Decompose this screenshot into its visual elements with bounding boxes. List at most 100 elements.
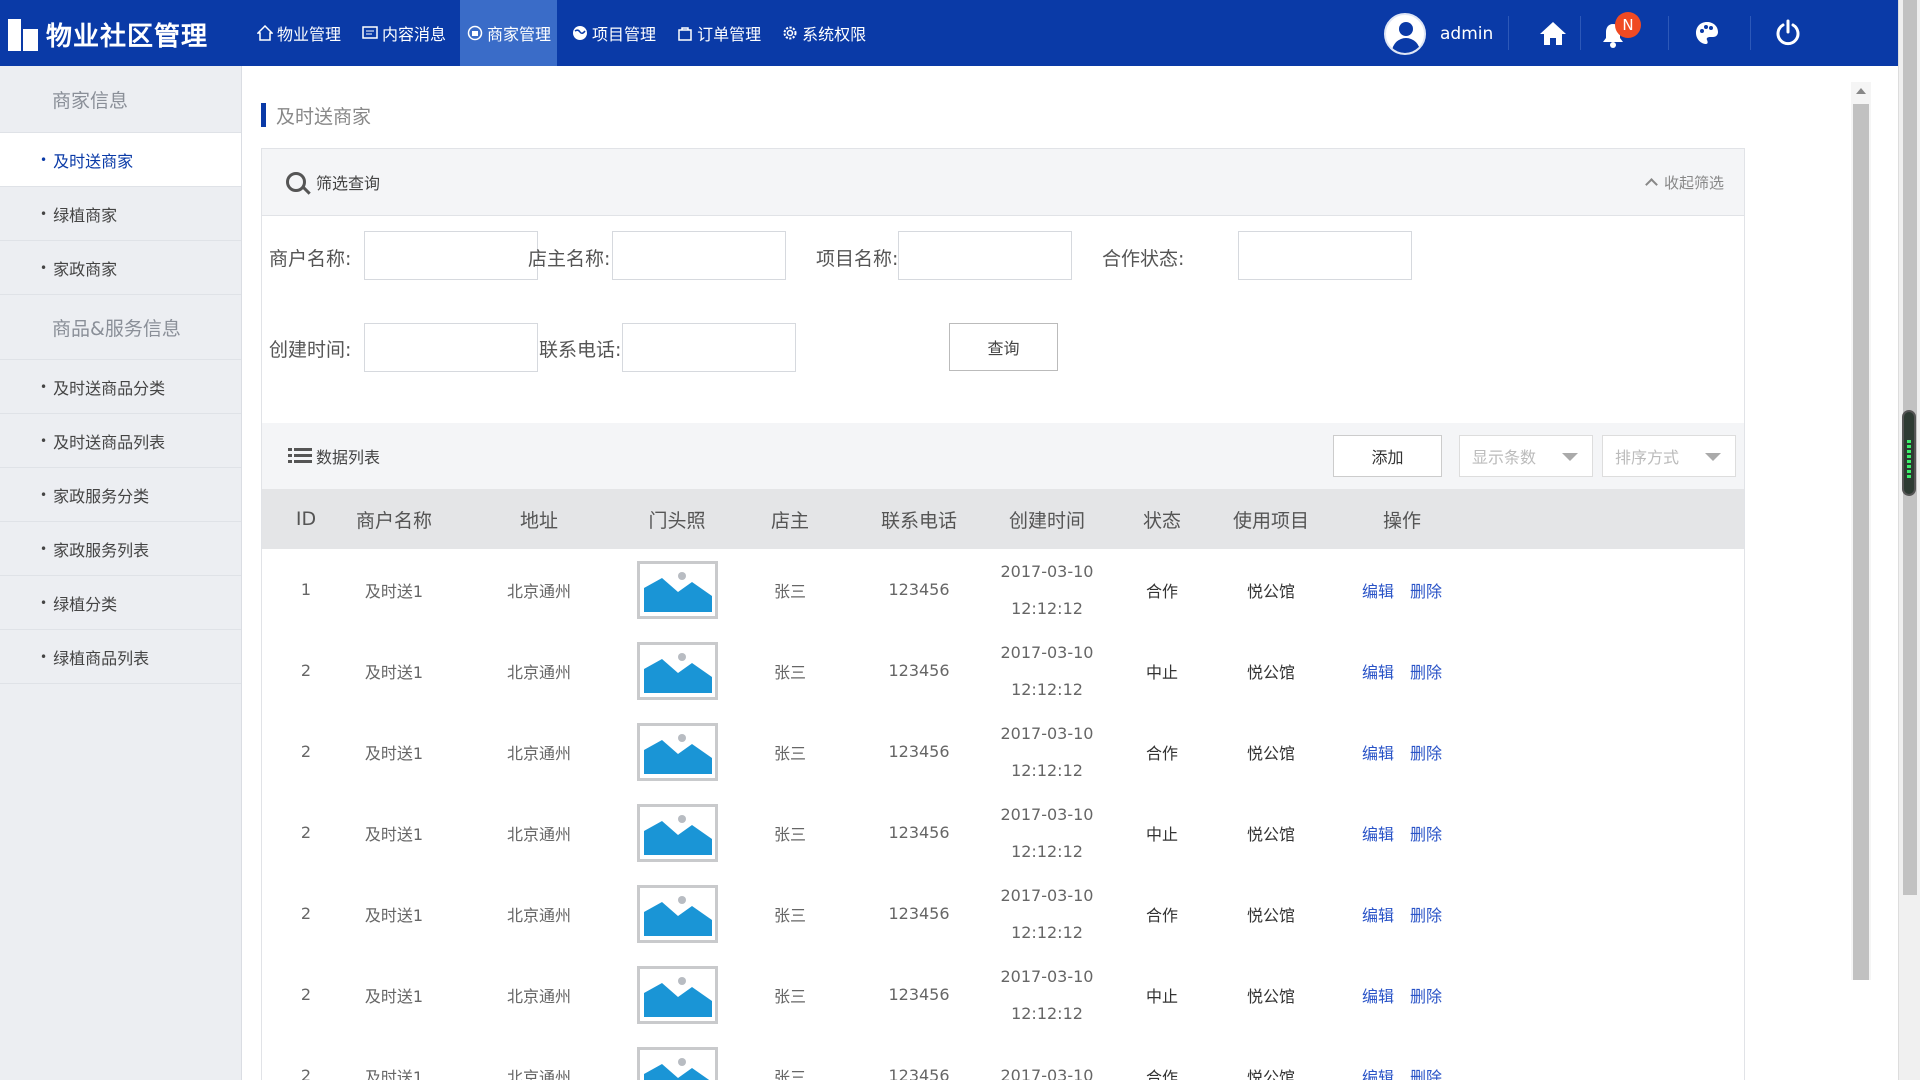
query-button[interactable]: 查询: [949, 323, 1058, 371]
content-scrollbar[interactable]: [1851, 82, 1871, 980]
search-icon: [286, 172, 306, 192]
column-header[interactable]: 地址: [484, 506, 594, 533]
sidebar-item[interactable]: • 家政服务列表: [0, 522, 241, 576]
nav-item-bag[interactable]: 订单管理: [670, 0, 767, 66]
divider: [1508, 16, 1509, 50]
sidebar-item[interactable]: • 家政商家: [0, 241, 241, 295]
table-row: 2 及时送1 北京通州 张三 123456 2017-03-10 12:12:12 中止 悦公馆…: [262, 954, 1744, 1035]
nav-item-globe[interactable]: 项目管理: [565, 0, 662, 66]
edit-link[interactable]: 编辑: [1362, 1064, 1394, 1080]
created-time: 12:12:12: [1011, 1003, 1083, 1023]
window-scrollbar[interactable]: [1898, 0, 1920, 1080]
nav-item-shop[interactable]: 商家管理: [460, 0, 558, 66]
column-header[interactable]: 门头照: [612, 506, 742, 533]
scroll-up-arrow-icon[interactable]: [1856, 88, 1866, 94]
sidebar-item[interactable]: • 及时送商品列表: [0, 414, 241, 468]
sidebar-item[interactable]: • 及时送商品分类: [0, 360, 241, 414]
nav-item-gear[interactable]: 系统权限: [775, 0, 872, 66]
sidebar-group-header[interactable]: 商品&服务信息: [0, 295, 241, 360]
collapse-filter-button[interactable]: 收起筛选: [1645, 172, 1724, 193]
merchant-name-input[interactable]: [364, 231, 538, 280]
divider: [1580, 16, 1581, 50]
image-placeholder-icon[interactable]: [636, 803, 718, 862]
page-size-select[interactable]: 显示条数: [1459, 435, 1593, 477]
home-icon[interactable]: [1538, 18, 1568, 48]
cell-address: 北京通州: [506, 581, 571, 601]
created-time: 12:12:12: [1011, 679, 1083, 699]
edit-link[interactable]: 编辑: [1362, 659, 1394, 683]
column-header[interactable]: ID: [276, 508, 336, 530]
nav-item-label: 商家管理: [487, 25, 552, 44]
delete-link[interactable]: 删除: [1410, 740, 1442, 764]
image-placeholder-icon[interactable]: [636, 641, 718, 700]
sidebar-item[interactable]: • 家政服务分类: [0, 468, 241, 522]
edit-link[interactable]: 编辑: [1362, 578, 1394, 602]
created-date: 2017-03-10: [1000, 642, 1094, 662]
column-header[interactable]: 店主: [735, 506, 845, 533]
building-icon: [8, 17, 40, 51]
sidebar-item[interactable]: • 绿植分类: [0, 576, 241, 630]
image-placeholder-icon[interactable]: [636, 965, 718, 1024]
column-header[interactable]: 操作: [1332, 506, 1472, 533]
sidebar-group-header[interactable]: 商家信息: [0, 66, 241, 133]
cell-actions: 编辑 删除: [1332, 873, 1472, 954]
sidebar-item-label: 家政服务列表: [53, 540, 150, 560]
delete-link[interactable]: 删除: [1410, 821, 1442, 845]
column-header[interactable]: 状态: [1102, 506, 1222, 533]
edit-link[interactable]: 编辑: [1362, 902, 1394, 926]
cell-owner: 张三: [773, 986, 806, 1006]
image-placeholder-icon[interactable]: [636, 722, 718, 781]
divider: [1750, 16, 1751, 50]
add-button[interactable]: 添加: [1333, 435, 1442, 477]
sidebar-item-label: 及时送商品列表: [53, 432, 166, 452]
home-outline-icon: [256, 24, 274, 42]
phone-input[interactable]: [622, 323, 796, 372]
edit-link[interactable]: 编辑: [1362, 983, 1394, 1007]
coop-status-input[interactable]: [1238, 231, 1412, 280]
cell-actions: 编辑 删除: [1332, 711, 1472, 792]
owner-name-label: 店主名称:: [528, 248, 611, 270]
delete-link[interactable]: 删除: [1410, 578, 1442, 602]
delete-link[interactable]: 删除: [1410, 659, 1442, 683]
filter-panel: 筛选查询 收起筛选 商户名称: 店主名称: 项目名称: 合作状态: 创建时间: …: [261, 148, 1745, 424]
side-widget-handle[interactable]: [1902, 410, 1916, 496]
bullet-icon: •: [40, 152, 48, 167]
nav-item-message[interactable]: 内容消息: [355, 0, 452, 66]
edit-link[interactable]: 编辑: [1362, 740, 1394, 764]
column-header[interactable]: 商户名称: [334, 506, 454, 533]
app-logo[interactable]: 物业社区管理: [8, 14, 208, 54]
edit-link[interactable]: 编辑: [1362, 821, 1394, 845]
sidebar-item[interactable]: • 绿植商家: [0, 187, 241, 241]
power-icon[interactable]: [1773, 18, 1803, 48]
cell-storefront-photo: [612, 954, 742, 1035]
column-header[interactable]: 使用项目: [1206, 506, 1336, 533]
cell-address: 北京通州: [506, 743, 571, 763]
sort-select[interactable]: 排序方式: [1602, 435, 1736, 477]
cell-status: 合作: [1145, 581, 1178, 601]
image-placeholder-icon[interactable]: [636, 1046, 718, 1080]
nav-item-home-outline[interactable]: 物业管理: [250, 0, 347, 66]
owner-name-input[interactable]: [612, 231, 786, 280]
bullet-icon: •: [40, 541, 48, 556]
cell-id: 2: [300, 904, 312, 923]
delete-link[interactable]: 删除: [1410, 902, 1442, 926]
delete-link[interactable]: 删除: [1410, 983, 1442, 1007]
sidebar-item-label: 家政商家: [53, 259, 118, 279]
created-date: 2017-03-10: [1000, 885, 1094, 905]
image-placeholder-icon[interactable]: [636, 884, 718, 943]
sidebar-item[interactable]: • 绿植商品列表: [0, 630, 241, 684]
bullet-icon: •: [40, 487, 48, 502]
created-time-label: 创建时间:: [269, 339, 352, 361]
project-name-input[interactable]: [898, 231, 1072, 280]
palette-icon[interactable]: [1692, 18, 1722, 48]
created-time-input[interactable]: [364, 323, 538, 372]
sidebar-item[interactable]: • 及时送商家: [0, 133, 241, 187]
delete-link[interactable]: 删除: [1410, 1064, 1442, 1080]
user-menu[interactable]: admin: [1384, 12, 1493, 56]
gear-icon: [781, 24, 799, 42]
cell-id: 2: [300, 823, 312, 842]
sidebar-item-label: 及时送商品分类: [53, 378, 166, 398]
table-row: 2 及时送1 北京通州 张三 123456 2017-03-10 合作 悦公馆 编辑 删除: [262, 1035, 1744, 1080]
image-placeholder-icon[interactable]: [636, 560, 718, 619]
scrollbar-thumb[interactable]: [1853, 104, 1869, 980]
